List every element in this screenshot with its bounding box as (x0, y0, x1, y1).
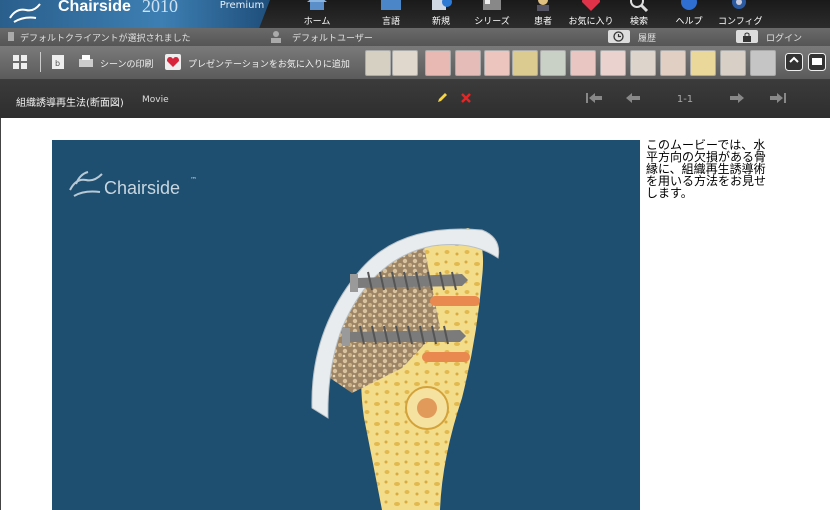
scene-thumb-8[interactable] (570, 50, 596, 76)
nav-language-button[interactable]: 言語 (374, 0, 408, 28)
next-page-icon[interactable] (730, 93, 744, 103)
scene-thumb-1[interactable] (365, 50, 391, 76)
home-icon (307, 0, 327, 10)
nav-config-label: コンフィグ (718, 17, 763, 27)
nav-patient-label: 患者 (533, 17, 552, 27)
clock-icon (613, 31, 624, 42)
favorites-icon (582, 0, 600, 11)
nav-patient-button[interactable]: 患者 (526, 0, 560, 28)
new-icon (432, 0, 452, 10)
page-icon[interactable]: b (50, 54, 66, 70)
series-icon (483, 0, 501, 10)
brand-area: Chairside 2010 Premium (0, 0, 270, 28)
lock-icon (743, 32, 751, 42)
edit-pencil-icon[interactable] (436, 92, 448, 104)
previous-page-icon[interactable] (626, 93, 640, 103)
user-icon (271, 31, 281, 43)
nav-series-label: シリーズ (474, 17, 510, 27)
scene-thumb-5[interactable] (484, 50, 510, 76)
last-page-icon[interactable] (770, 93, 786, 103)
scene-thumb-4[interactable] (455, 50, 481, 76)
config-icon (732, 0, 746, 9)
toolbar-divider (40, 52, 41, 72)
status-bar: デフォルトクライアントが選択されました デフォルトユーザー 履歴 ログイン (0, 28, 830, 46)
movie-viewer[interactable]: Chairside ™ (52, 140, 640, 510)
chair-logo-icon (9, 3, 41, 23)
favorite-heart-icon[interactable] (165, 54, 181, 70)
scene-bar: 組織誘導再生法(断面図) Movie 1-1 (0, 80, 830, 118)
chair-watermark-icon (69, 171, 103, 197)
help-icon (681, 0, 697, 10)
scene-type: Movie (142, 95, 169, 105)
nav-home-button[interactable]: ホーム (300, 0, 334, 28)
scene-thumb-11[interactable] (660, 50, 686, 76)
search-icon (630, 0, 649, 13)
add-favorite-label[interactable]: プレゼンテーションをお気に入りに追加 (188, 57, 350, 70)
scene-description: このムービーでは、水平方向の欠損がある骨縁に、組織再生誘導術を用いる方法をお見せ… (646, 138, 767, 200)
print-scene-label[interactable]: シーンの印刷 (100, 57, 154, 70)
scene-title: 組織誘導再生法(断面図) (16, 98, 124, 109)
nav-language-label: 言語 (381, 17, 400, 27)
top-header: Chairside 2010 Premium ホーム 言語 新規 シリーズ 患者… (0, 0, 830, 28)
nav-favorites-label: お気に入り (568, 17, 614, 27)
current-user[interactable]: デフォルトユーザー (292, 31, 373, 44)
scene-thumb-2[interactable] (392, 50, 418, 76)
patient-icon (537, 0, 549, 11)
first-page-icon[interactable] (586, 93, 602, 103)
nav-new-label: 新規 (431, 17, 450, 27)
nav-search-label: 検索 (629, 17, 648, 27)
login-label[interactable]: ログイン (766, 31, 802, 44)
brand-edition: Premium (219, 0, 265, 11)
nav-series-button[interactable]: シリーズ (472, 0, 512, 28)
login-button[interactable] (736, 30, 758, 43)
bone-cross-section (311, 228, 500, 510)
scene-thumb-7[interactable] (540, 50, 566, 76)
brand-year: 2010 (142, 0, 178, 16)
trademark-symbol: ™ (190, 176, 197, 184)
scene-thumb-3[interactable] (425, 50, 451, 76)
delete-icon[interactable] (461, 93, 471, 103)
scene-thumb-13[interactable] (720, 50, 746, 76)
nav-help-button[interactable]: ヘルプ (672, 0, 706, 28)
nav-search-button[interactable]: 検索 (622, 0, 656, 28)
nav-favorites-button[interactable]: お気に入り (566, 0, 616, 28)
brand-name: Chairside (58, 0, 131, 15)
nav-new-button[interactable]: 新規 (424, 0, 458, 28)
fullscreen-icon[interactable] (785, 53, 803, 71)
player-mode-icon[interactable] (808, 53, 826, 71)
scene-thumb-12[interactable] (690, 50, 716, 76)
grid-view-icon[interactable] (12, 54, 28, 70)
scene-thumb-6[interactable] (512, 50, 538, 76)
history-label[interactable]: 履歴 (638, 31, 656, 44)
nav-help-label: ヘルプ (675, 17, 703, 27)
client-status: デフォルトクライアントが選択されました (20, 34, 191, 44)
print-icon[interactable] (78, 54, 94, 70)
content-border (0, 118, 1, 510)
nav-config-button[interactable]: コンフィグ (718, 0, 763, 28)
toolbar: b シーンの印刷 プレゼンテーションをお気に入りに追加 (0, 46, 830, 80)
scene-thumb-10[interactable] (630, 50, 656, 76)
scene-thumb-9[interactable] (600, 50, 626, 76)
history-button[interactable] (608, 30, 630, 43)
client-icon (8, 32, 14, 41)
page-indicator: 1-1 (676, 94, 694, 105)
viewer-watermark: Chairside (104, 178, 181, 198)
scene-thumb-14[interactable] (750, 50, 776, 76)
svg-text:b: b (55, 59, 60, 68)
language-icon (381, 0, 401, 10)
nav-home-label: ホーム (303, 17, 331, 27)
